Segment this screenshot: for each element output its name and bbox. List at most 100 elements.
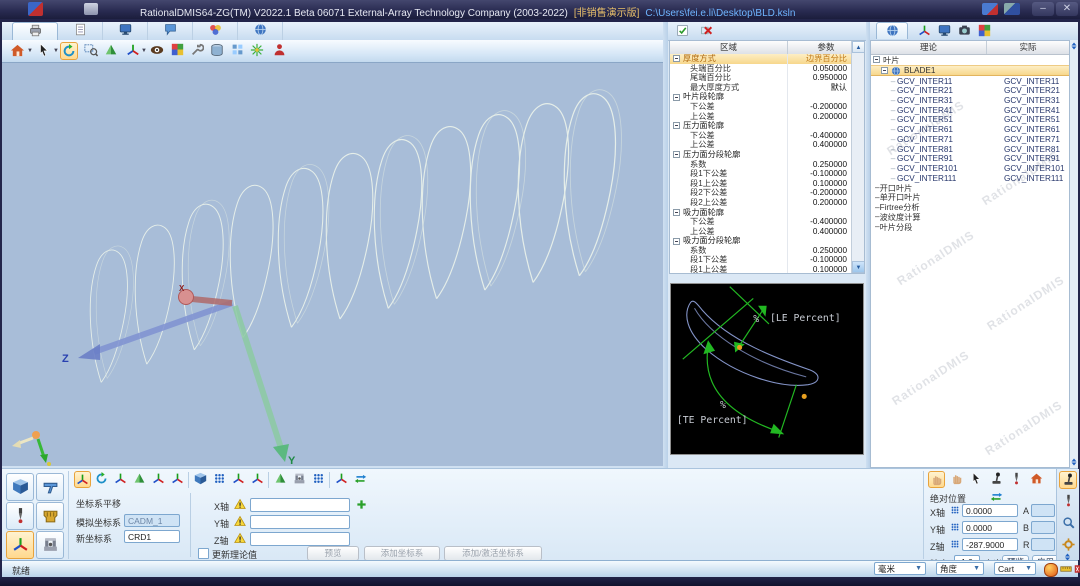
param-row[interactable]: 上公差 0.400000 <box>670 140 851 150</box>
collapse-icon[interactable] <box>673 55 680 62</box>
param-row[interactable]: 系数 0.250000 <box>670 246 851 256</box>
effects-button[interactable] <box>248 42 266 61</box>
database-button[interactable] <box>208 42 226 61</box>
pos-a-field[interactable] <box>1031 504 1055 517</box>
z-offset-field[interactable] <box>250 532 350 546</box>
collapse-icon[interactable] <box>673 151 680 158</box>
csys-recall-button[interactable] <box>310 471 327 489</box>
estop-status-icon[interactable] <box>1044 563 1058 577</box>
sim-coordsys-field[interactable]: CADM_1 <box>124 514 180 527</box>
grid-dots-icon[interactable] <box>950 539 960 549</box>
param-row[interactable]: 段1上公差 0.100000 <box>670 265 851 274</box>
io-status-icon[interactable] <box>1074 563 1080 575</box>
cancel-params-button[interactable] <box>700 24 713 39</box>
collapse-icon[interactable] <box>881 67 888 74</box>
construct-button[interactable] <box>36 473 64 501</box>
tree-monitor-button[interactable] <box>938 24 951 39</box>
tab-model[interactable] <box>876 22 908 39</box>
csys-321-button[interactable] <box>112 471 129 489</box>
section-row[interactable]: – GCV_INTER61 GCV_INTER61 <box>871 125 1069 135</box>
param-row[interactable]: 最大厚度方式 默认 <box>670 83 851 93</box>
joystick-button[interactable] <box>988 471 1005 489</box>
coord-mode-select[interactable]: Cart▼ <box>994 562 1036 575</box>
plus-icon[interactable] <box>356 499 367 510</box>
csys-plane-line-point-button[interactable] <box>131 471 148 489</box>
collapse-icon[interactable] <box>673 94 680 101</box>
scroll-up-button[interactable]: ▲ <box>852 41 865 53</box>
param-row[interactable]: 段2上公差 0.200000 <box>670 198 851 208</box>
section-row[interactable]: – GCV_INTER41 GCV_INTER41 <box>871 105 1069 115</box>
joystick-panel-button[interactable] <box>1059 471 1077 489</box>
jog-mode-button[interactable] <box>928 471 945 488</box>
csys-6point-button[interactable] <box>169 471 186 489</box>
param-row[interactable]: 下公差 -0.400000 <box>670 131 851 141</box>
translate-icon[interactable] <box>982 3 998 15</box>
scroll-up-down-icon[interactable] <box>1070 458 1078 466</box>
tools-button[interactable] <box>188 42 206 61</box>
theme-icon[interactable] <box>1004 3 1020 15</box>
home-view-button[interactable] <box>8 42 26 61</box>
zoom-panel-button[interactable] <box>1059 515 1077 533</box>
tab-communication[interactable] <box>148 22 193 40</box>
select-dropdown-caret[interactable]: ▼ <box>53 49 58 54</box>
feature-measure-button[interactable] <box>6 473 34 501</box>
viewport-3d[interactable]: Z Y X <box>2 62 663 467</box>
pos-z-field[interactable]: -287.9000 <box>962 538 1018 551</box>
coordsys-dropdown-caret[interactable]: ▼ <box>141 49 146 54</box>
collapse-icon[interactable] <box>873 56 880 63</box>
param-row[interactable]: 段1上公差 0.100000 <box>670 179 851 189</box>
color-map-button[interactable] <box>168 42 186 61</box>
param-row[interactable]: 吸力面分段轮廓 <box>670 236 851 246</box>
csys-part-button[interactable] <box>272 471 289 489</box>
swap-icon[interactable] <box>990 490 1003 503</box>
param-row[interactable]: 尾端百分比 0.950000 <box>670 73 851 83</box>
tab-graphics[interactable] <box>193 22 238 40</box>
tree-scrollbar[interactable] <box>1070 40 1078 468</box>
new-coordsys-field[interactable]: CRD1 <box>124 530 180 543</box>
section-row[interactable]: – GCV_INTER11 GCV_INTER11 <box>871 76 1069 86</box>
tab-report[interactable] <box>58 22 103 40</box>
param-row[interactable]: 压力面分段轮廓 <box>670 150 851 160</box>
pos-x-field[interactable]: 0.0000 <box>962 504 1018 517</box>
collapse-icon[interactable] <box>673 122 680 129</box>
collapse-icon[interactable] <box>673 238 680 245</box>
pos-y-field[interactable]: 0.0000 <box>962 521 1018 534</box>
param-scrollbar[interactable]: ▲ ▼ <box>851 41 865 273</box>
minimize-button[interactable]: – <box>1032 2 1054 16</box>
csys-bestfit-button[interactable] <box>230 471 247 489</box>
csys-manual-button[interactable] <box>352 471 369 489</box>
csys-save-button[interactable] <box>291 471 308 489</box>
close-button[interactable]: ✕ <box>1056 2 1078 16</box>
machine-button[interactable] <box>36 531 64 559</box>
param-row[interactable]: 压力面轮廓 <box>670 121 851 131</box>
vector-move-button[interactable] <box>968 471 985 489</box>
pos-r-field[interactable] <box>1031 538 1055 551</box>
ruler-icon[interactable] <box>1060 563 1072 575</box>
grid-dots-icon[interactable] <box>950 505 960 515</box>
session-icon[interactable] <box>84 3 98 15</box>
tree-root-row[interactable]: 叶片 <box>871 55 1069 65</box>
user-lock-button[interactable] <box>270 42 288 61</box>
app-logo-icon[interactable] <box>28 2 43 16</box>
y-offset-field[interactable] <box>250 515 350 529</box>
rotate-view-button[interactable] <box>60 42 78 60</box>
param-row[interactable]: 段1下公差 -0.100000 <box>670 255 851 265</box>
home-dropdown-caret[interactable]: ▼ <box>27 49 32 54</box>
param-row[interactable]: 上公差 0.400000 <box>670 227 851 237</box>
csys-rotate-button[interactable] <box>93 471 110 489</box>
csys-cad-button[interactable] <box>192 471 209 489</box>
param-row[interactable]: 下公差 -0.400000 <box>670 217 851 227</box>
param-row[interactable]: 系数 0.250000 <box>670 160 851 170</box>
tab-measure[interactable] <box>12 22 58 41</box>
tab-web[interactable] <box>238 22 283 40</box>
pos-b-field[interactable] <box>1031 521 1055 534</box>
visibility-button[interactable] <box>148 42 166 61</box>
param-row[interactable]: 段2下公差 -0.200000 <box>670 188 851 198</box>
angle-select[interactable]: 角度▼ <box>936 562 984 575</box>
x-offset-field[interactable] <box>250 498 350 512</box>
zoom-window-button[interactable] <box>82 42 100 61</box>
preview-button[interactable]: 预览 <box>307 546 359 561</box>
go-home-button[interactable] <box>1028 471 1045 489</box>
tree-blade-row[interactable]: BLADE1 <box>871 65 1069 77</box>
apply-params-button[interactable] <box>676 24 689 39</box>
